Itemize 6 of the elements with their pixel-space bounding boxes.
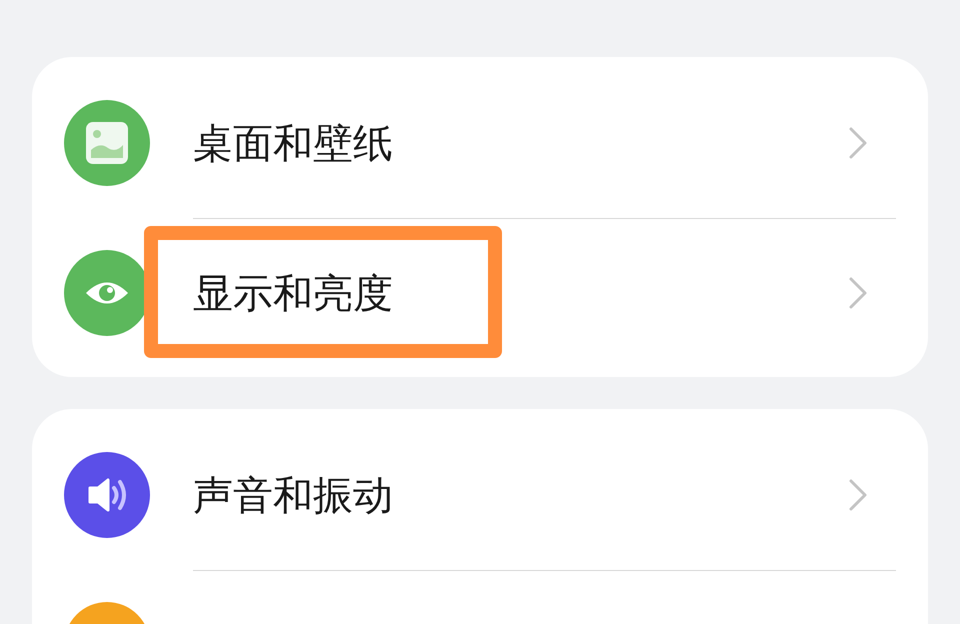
setting-label[interactable]: 桌面和壁纸 — [193, 116, 848, 170]
chevron-right-icon — [848, 478, 868, 512]
chevron-right-icon — [848, 126, 868, 160]
chevron-right-icon — [848, 276, 868, 310]
setting-label[interactable]: 声音和振动 — [193, 468, 848, 522]
setting-label[interactable]: 显示和亮度 — [193, 266, 848, 320]
